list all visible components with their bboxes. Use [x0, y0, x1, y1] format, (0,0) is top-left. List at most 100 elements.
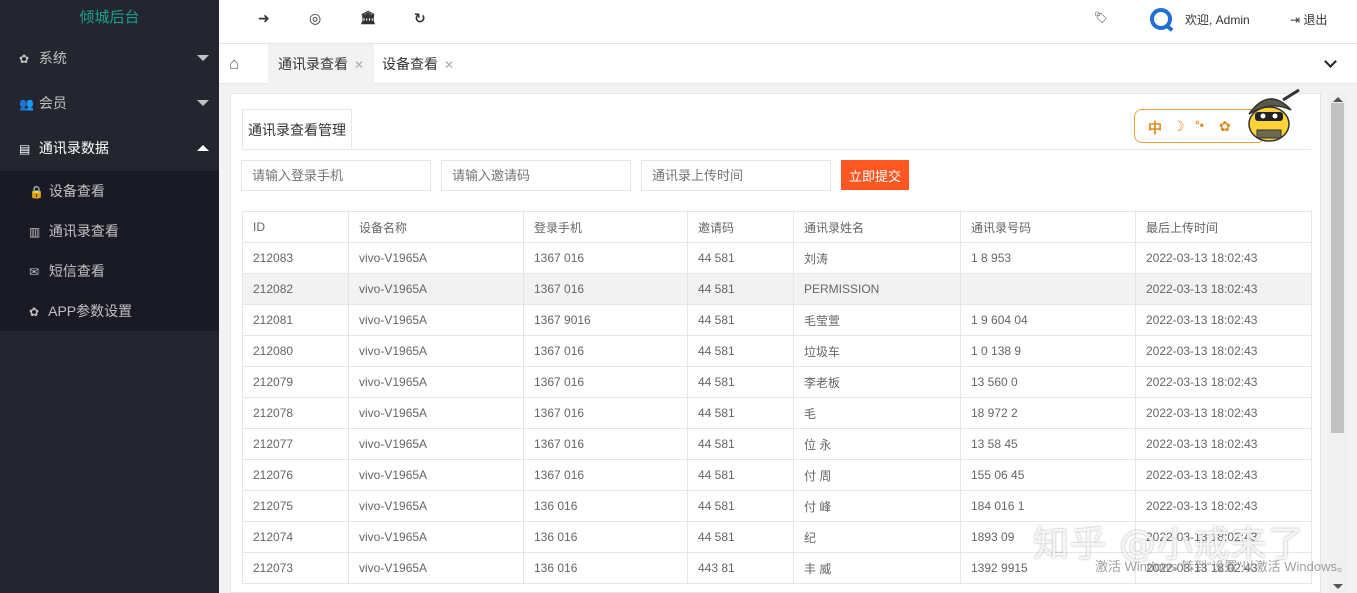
cell-invite: 44 581: [687, 273, 794, 305]
cell-id: 212075: [242, 490, 349, 522]
scroll-thumb[interactable]: [1331, 103, 1344, 433]
nav-item-system[interactable]: ✿ 系统: [0, 36, 219, 81]
cell-id: 212079: [242, 366, 349, 398]
cell-upload-time: 2022-03-13 18:02:43: [1135, 428, 1312, 460]
cell-contact-name: PERMISSION: [793, 273, 961, 305]
cell-phone: 1367 016: [523, 397, 688, 429]
subnav-item-sms[interactable]: ✉ 短信查看: [0, 251, 219, 291]
tab-contacts-view[interactable]: 通讯录查看 ✕: [268, 44, 375, 84]
cell-device: vivo-V1965A: [348, 521, 524, 553]
moon-icon[interactable]: ☽: [1172, 118, 1185, 135]
col-header-invite[interactable]: 邀请码: [687, 211, 794, 243]
table-row[interactable]: 212078 vivo-V1965A 1367 016 44 581 毛 18 972 2…: [242, 397, 1312, 429]
table-row[interactable]: 212083 vivo-V1965A 1367 016 44 581 刘涛 1 8 953…: [242, 242, 1312, 274]
invite-code-input[interactable]: [441, 160, 631, 191]
welcome-text[interactable]: 欢迎, Admin: [1185, 11, 1250, 28]
cell-device: vivo-V1965A: [348, 397, 524, 429]
cell-id: 212076: [242, 459, 349, 491]
subnav-item-contacts[interactable]: ▥ 通讯录查看: [0, 211, 219, 251]
col-header-phone[interactable]: 登录手机: [523, 211, 688, 243]
cell-id: 212073: [242, 552, 349, 584]
tab-bar: ⌂ 通讯录查看 ✕ 设备查看 ✕: [219, 44, 1357, 84]
cell-phone: 1367 016: [523, 242, 688, 274]
arrow-right-icon[interactable]: ➜: [258, 10, 270, 27]
gear-icon: ✿: [19, 52, 30, 66]
table-header-row: ID 设备名称 登录手机 邀请码 通讯录姓名 通讯录号码 最后上传时间: [242, 211, 1312, 243]
cell-phone: 1367 016: [523, 459, 688, 491]
cell-device: vivo-V1965A: [348, 490, 524, 522]
subnav-item-app-settings[interactable]: ✿ APP参数设置: [0, 291, 219, 331]
sidebar: 倾城后台 ✿ 系统 👥 会员 ▤ 通讯录数据 🔒 设备查看 ▥ 通讯录查看 ✉ …: [0, 0, 219, 593]
logout-label: 退出: [1303, 13, 1328, 27]
table-row[interactable]: 212082 vivo-V1965A 1367 016 44 581 PERMISSIO…: [242, 273, 1312, 305]
cell-id: 212074: [242, 521, 349, 553]
cell-contact-name: 位 永: [793, 428, 961, 460]
cell-device: vivo-V1965A: [348, 304, 524, 336]
close-icon[interactable]: ✕: [444, 58, 454, 72]
cell-invite: 44 581: [687, 366, 794, 398]
cell-phone: 136 016: [523, 552, 688, 584]
scroll-down-icon[interactable]: [1333, 584, 1343, 589]
col-header-contact-number[interactable]: 通讯录号码: [960, 211, 1136, 243]
col-header-contact-name[interactable]: 通讯录姓名: [793, 211, 961, 243]
divider: [242, 149, 1311, 150]
chevron-down-icon[interactable]: [1324, 55, 1337, 68]
tab-device-view[interactable]: 设备查看 ✕: [372, 44, 464, 84]
table-row[interactable]: 212076 vivo-V1965A 1367 016 44 581 付 周 155 06…: [242, 459, 1312, 491]
cell-contact-number: 18 972 2: [960, 397, 1136, 429]
table-row[interactable]: 212079 vivo-V1965A 1367 016 44 581 李老板 13 560…: [242, 366, 1312, 398]
cell-device: vivo-V1965A: [348, 242, 524, 274]
cell-invite: 44 581: [687, 459, 794, 491]
subnav-label: APP参数设置: [48, 303, 133, 319]
col-header-upload-time[interactable]: 最后上传时间: [1135, 211, 1312, 243]
cell-id: 212078: [242, 397, 349, 429]
submit-button[interactable]: 立即提交: [841, 160, 909, 190]
nav-item-member[interactable]: 👥 会员: [0, 81, 219, 126]
upload-time-input[interactable]: [641, 160, 831, 191]
cell-contact-name: 李老板: [793, 366, 961, 398]
cell-contact-name: 付 峰: [793, 490, 961, 522]
cell-upload-time: 2022-03-13 18:02:43: [1135, 304, 1312, 336]
phone-search-input[interactable]: [241, 160, 431, 191]
subnav-label: 通讯录查看: [48, 223, 119, 239]
table-row[interactable]: 212080 vivo-V1965A 1367 016 44 581 垃圾车 1 0 13…: [242, 335, 1312, 367]
cell-phone: 1367 016: [523, 366, 688, 398]
close-icon[interactable]: ✕: [354, 58, 364, 72]
cell-phone: 1367 9016: [523, 304, 688, 336]
cell-upload-time: 2022-03-13 18:02:43: [1135, 273, 1312, 305]
cell-phone: 1367 016: [523, 335, 688, 367]
mascot-icon: [1248, 88, 1300, 142]
lifebuoy-icon[interactable]: ◎: [309, 10, 321, 27]
cell-invite: 44 581: [687, 304, 794, 336]
language-zh-button[interactable]: 中: [1148, 118, 1162, 138]
col-header-device[interactable]: 设备名称: [348, 211, 524, 243]
home-icon[interactable]: ⌂: [229, 54, 239, 74]
tag-icon[interactable]: 🏷: [1094, 11, 1108, 24]
refresh-icon[interactable]: ↻: [414, 10, 426, 27]
dots-icon[interactable]: °•: [1195, 118, 1204, 132]
cell-phone: 136 016: [523, 490, 688, 522]
panel-title-tab[interactable]: 通讯录查看管理: [242, 109, 352, 150]
scroll-up-icon[interactable]: [1333, 97, 1343, 102]
cell-upload-time: 2022-03-13 18:02:43: [1135, 366, 1312, 398]
cell-contact-name: 纪: [793, 521, 961, 553]
gear-icon[interactable]: ✿: [1219, 118, 1231, 135]
avatar[interactable]: [1150, 8, 1172, 30]
cell-contact-number: [960, 273, 1136, 305]
subnav-item-device[interactable]: 🔒 设备查看: [0, 171, 219, 211]
cell-id: 212077: [242, 428, 349, 460]
table-row[interactable]: 212077 vivo-V1965A 1367 016 44 581 位 永 13 58 …: [242, 428, 1312, 460]
tab-label: 设备查看: [382, 56, 438, 72]
bank-icon[interactable]: 🏛: [360, 10, 377, 26]
cell-device: vivo-V1965A: [348, 459, 524, 491]
logout-link[interactable]: ⇥ 退出: [1290, 11, 1327, 28]
app-logo[interactable]: 倾城后台: [0, 0, 219, 36]
cell-device: vivo-V1965A: [348, 366, 524, 398]
nav-label: 会员: [38, 95, 67, 111]
chevron-down-icon: [197, 55, 209, 61]
table-row[interactable]: 212081 vivo-V1965A 1367 9016 44 581 毛莹萱 1 9 6…: [242, 304, 1312, 336]
col-header-id[interactable]: ID: [242, 211, 349, 243]
scrollbar[interactable]: [1329, 93, 1347, 593]
nav-item-contacts-data[interactable]: ▤ 通讯录数据: [0, 126, 219, 171]
gear-icon: ✿: [29, 305, 40, 319]
